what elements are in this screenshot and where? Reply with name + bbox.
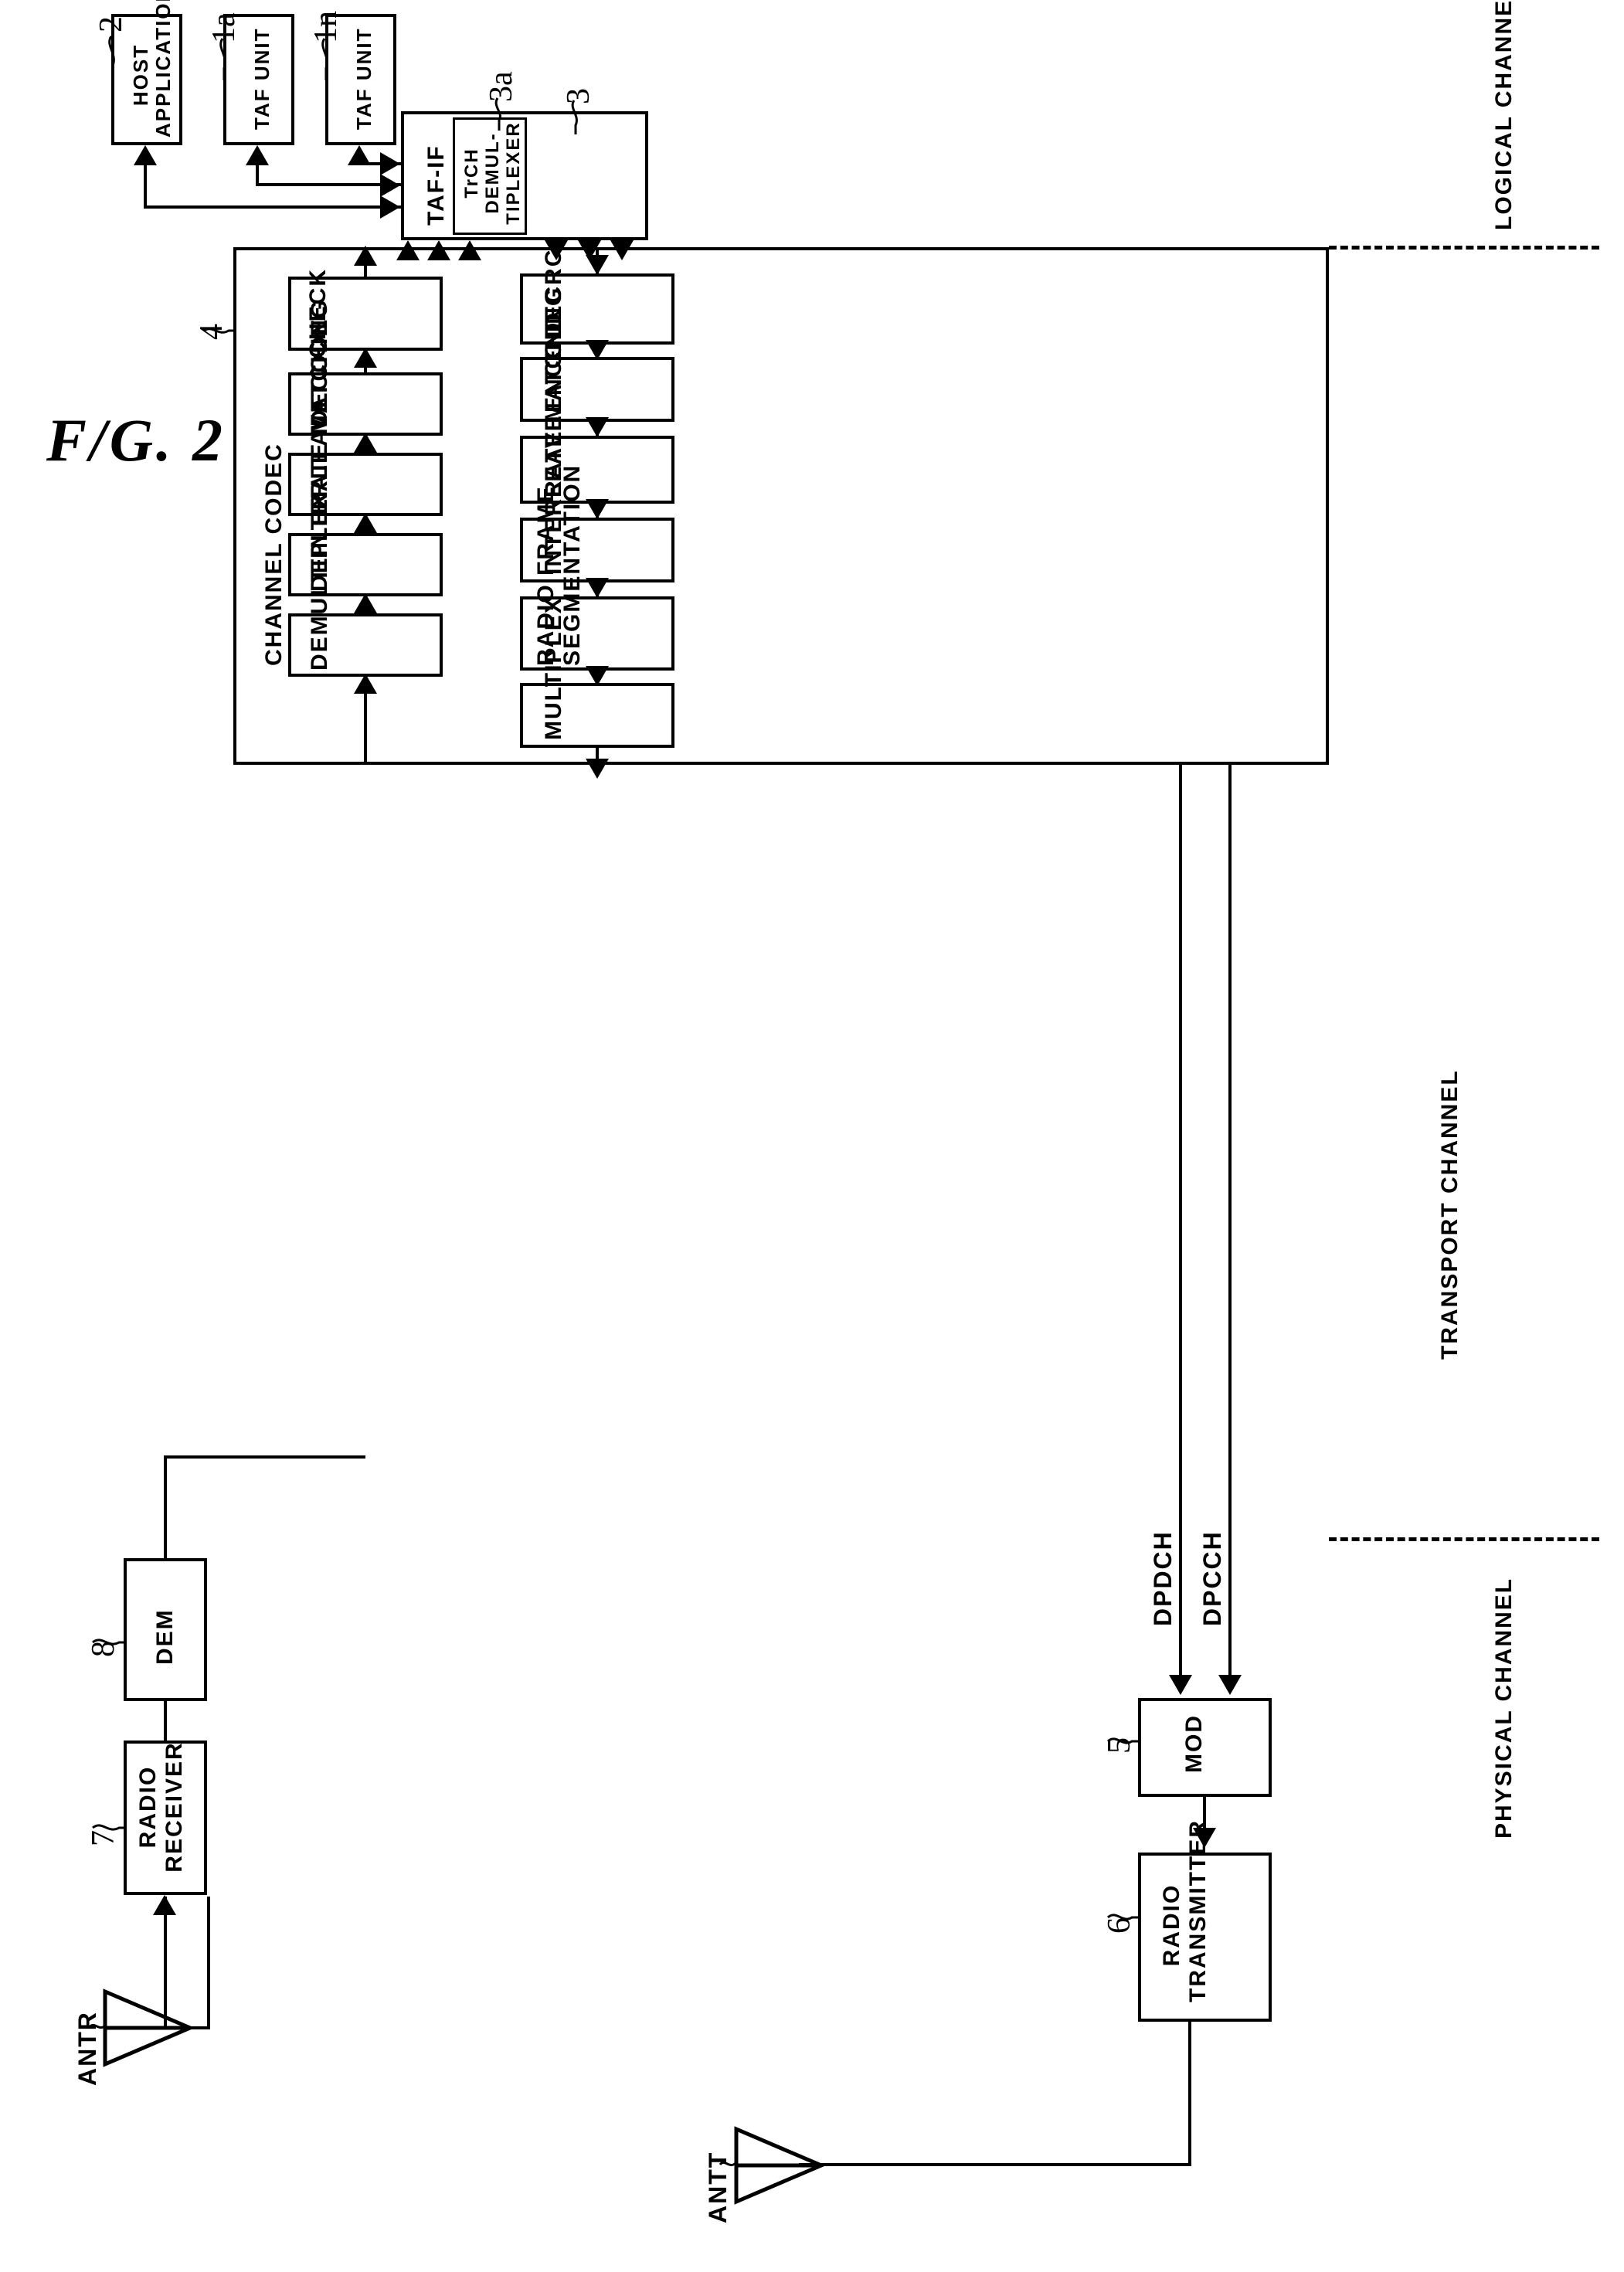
rx-link-antenna-riser (207, 1897, 210, 2028)
leader-8 (91, 1622, 128, 1658)
leader-2 (100, 35, 131, 81)
rx-arrow-demux-to-deint (354, 593, 377, 613)
rx-arrow-into-demux (354, 674, 377, 694)
rx-link-dem-riser (164, 1455, 167, 1561)
arrow-taf-if-down-3 (610, 240, 634, 260)
tx-arrow-interleave-to-segment (586, 578, 609, 598)
block-radio-transmitter-label: RADIO TRANSMITTER (1159, 1819, 1211, 2002)
rx-link-antenna-to-receiver (164, 2026, 210, 2029)
arrow-codec-up-3 (458, 240, 481, 260)
figure-title: F/G. 2 (46, 406, 226, 474)
tx-link-to-antenna (799, 2163, 1191, 2166)
block-dem-label: DEM (152, 1608, 178, 1665)
layer-label-logical-channel: LOGICAL CHANNEL (1491, 0, 1517, 230)
arrow-taf-if-down-1 (545, 240, 568, 260)
arrow-codec-up-2 (427, 240, 450, 260)
signal-label-dpdch: DPDCH (1149, 1530, 1177, 1626)
leader-antr (88, 2012, 111, 2038)
block-taf-unit-n-label: TAF UNIT (352, 27, 375, 131)
arrow-to-host-application (134, 145, 157, 165)
block-demultiplex-label: DEMULTIPLEX (307, 491, 332, 671)
arrow-into-taf-if-2 (380, 174, 400, 197)
block-radio-receiver-label: RADIO RECEIVER (135, 1741, 187, 1873)
figure-canvas: F/G. 2 HOSTAPPLICATION 2 TAF UNIT 1a · ·… (0, 0, 1624, 2272)
leader-4 (202, 311, 240, 345)
leader-antt (719, 2149, 742, 2175)
signal-arrow-dpcch (1218, 1675, 1242, 1695)
tx-link-transmitter-out (1188, 2022, 1191, 2166)
arrow-to-taf-unit-n (348, 145, 371, 165)
block-taf-if-label: TAF-IF (423, 144, 449, 226)
rx-link-receiver-dem (164, 1700, 167, 1743)
leader-3a (490, 97, 513, 135)
rx-arrow-crc-out (354, 246, 377, 266)
signal-line-dpcch (1228, 765, 1232, 1678)
rx-arrow-rate-to-decode (354, 433, 377, 453)
bus-line-taf-a-riser (256, 165, 259, 185)
arrow-into-taf-if-3 (380, 195, 400, 219)
leader-3 (566, 99, 589, 138)
bus-line-taf-a (256, 183, 401, 186)
arrow-codec-up-1 (396, 240, 420, 260)
arrow-into-taf-if-1 (380, 152, 400, 175)
block-taf-unit-a-label: TAF UNIT (250, 27, 273, 131)
ref-numeral-2: 2 (93, 16, 129, 32)
arrow-taf-if-down-2 (578, 240, 601, 260)
tx-arrow-rate-to-interleave (586, 499, 609, 519)
bus-line-host (144, 205, 401, 209)
arrow-to-taf-unit-a (246, 145, 269, 165)
tx-arrow-append-to-encode (586, 340, 609, 360)
block-multiplex-label: MULTIPLEX (541, 596, 566, 740)
leader-7 (91, 1808, 128, 1843)
bus-line-host-riser (144, 165, 147, 207)
layer-label-transport-channel: TRANSPORT CHANNEL (1437, 1069, 1463, 1360)
signal-line-dpdch (1179, 765, 1182, 1678)
block-host-application-label: HOST APPLICATION (129, 0, 175, 138)
rx-arrow-deint-to-rate (354, 513, 377, 533)
leader-1a (213, 37, 244, 83)
leader-1n (315, 37, 346, 83)
block-mod-label: MOD (1181, 1714, 1207, 1773)
tx-arrow-multiplex-out (586, 759, 609, 779)
rx-arrow-decode-to-crc (354, 348, 377, 368)
leader-5 (1106, 1721, 1142, 1755)
leader-6 (1106, 1897, 1142, 1931)
rx-link-dem-run (164, 1455, 365, 1459)
antenna-transmit (730, 2123, 831, 2208)
signal-arrow-dpdch (1169, 1675, 1192, 1695)
layer-label-physical-channel: PHYSICAL CHANNEL (1491, 1577, 1517, 1839)
block-channel-codec-label: CHANNEL CODEC (261, 443, 287, 666)
rx-link-antenna-to-receiver-v (164, 1897, 167, 2028)
signal-label-dpcch: DPCCH (1198, 1530, 1226, 1626)
divider-logical-transport (1329, 246, 1599, 250)
divider-transport-physical (1329, 1537, 1599, 1541)
tx-arrow-segment-to-multiplex (586, 666, 609, 686)
tx-arrow-encode-to-rate (586, 417, 609, 437)
